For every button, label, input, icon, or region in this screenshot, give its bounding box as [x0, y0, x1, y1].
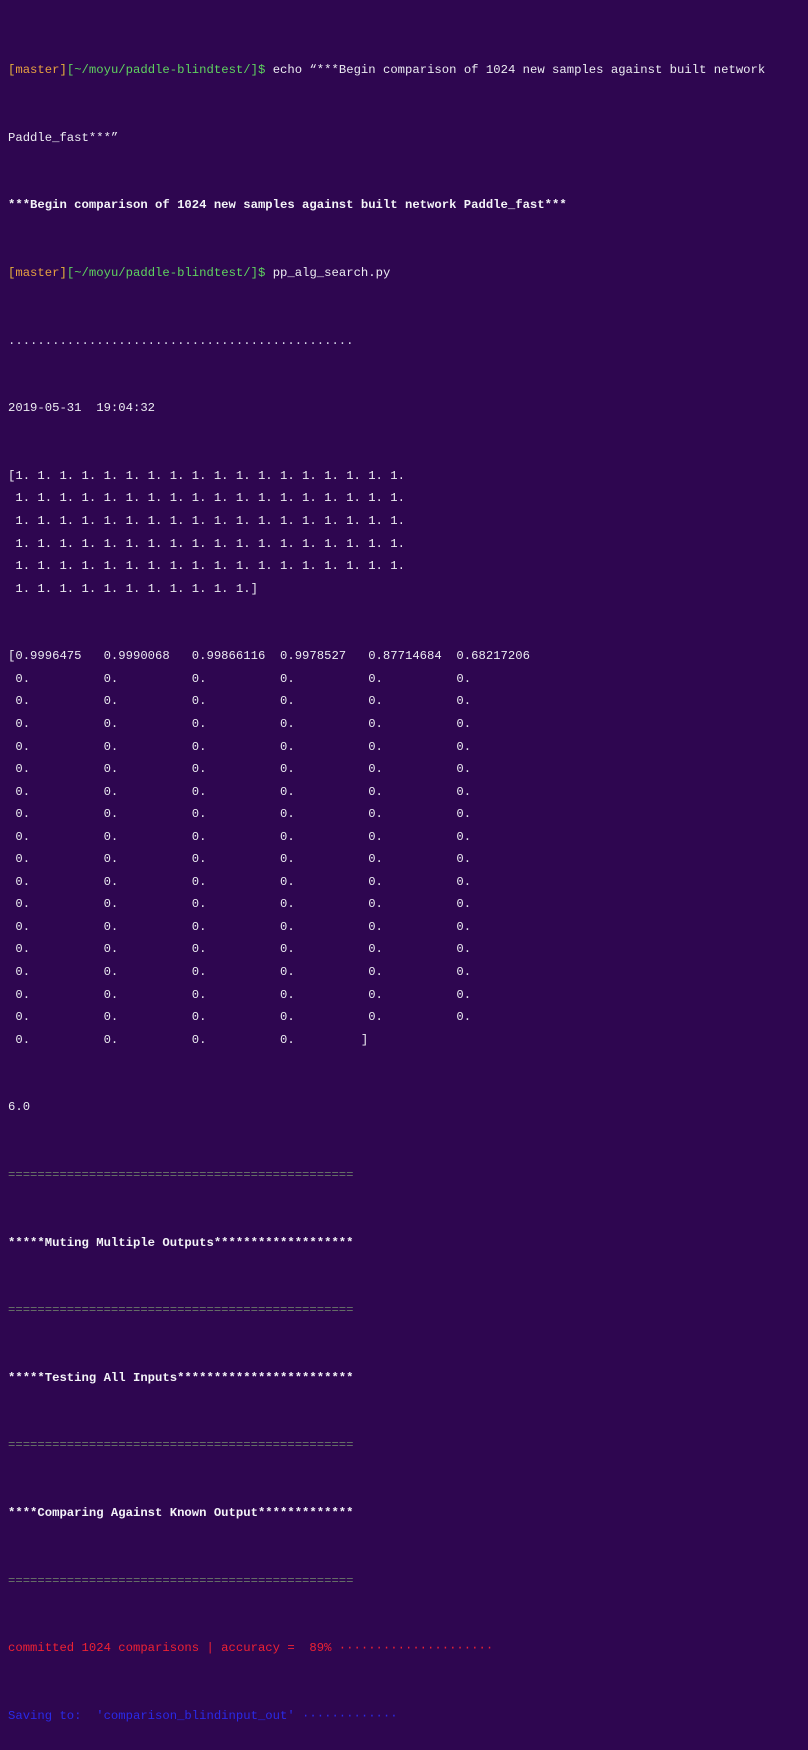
terminal-output: [master][~/moyu/paddle-blindtest/]$ echo…: [8, 14, 765, 1750]
score-value: 6.0: [8, 1100, 31, 1115]
array-row: 0. 0. 0. 0. 0. 0.: [8, 852, 472, 867]
timestamp: 2019-05-31 19:04:32: [8, 401, 156, 416]
array-row: [1. 1. 1. 1. 1. 1. 1. 1. 1. 1. 1. 1. 1. …: [8, 468, 405, 483]
array-row: 0. 0. 0. 0. 0. 0.: [8, 874, 472, 889]
array-row: 0. 0. 0. 0. ]: [8, 1032, 369, 1047]
array-row: 1. 1. 1. 1. 1. 1. 1. 1. 1. 1. 1. 1. 1. 1…: [8, 491, 405, 506]
array-row: 0. 0. 0. 0. 0. 0.: [8, 919, 472, 934]
array-row: 0. 0. 0. 0. 0. 0.: [8, 784, 472, 799]
array-row: 1. 1. 1. 1. 1. 1. 1. 1. 1. 1. 1.]: [8, 581, 258, 596]
separator: ========================================…: [8, 1573, 354, 1588]
echo-output: ***Begin comparison of 1024 new samples …: [8, 198, 567, 213]
array-row: 1. 1. 1. 1. 1. 1. 1. 1. 1. 1. 1. 1. 1. 1…: [8, 559, 405, 574]
prompt-line: [master][~/moyu/paddle-blindtest/]$ pp_a…: [8, 266, 391, 281]
array-row: 0. 0. 0. 0. 0. 0.: [8, 964, 472, 979]
array-row: 0. 0. 0. 0. 0. 0.: [8, 671, 472, 686]
separator: ========================================…: [8, 1303, 354, 1318]
prompt-branch: master: [15, 266, 60, 281]
command-continuation: Paddle_fast***”: [8, 130, 119, 145]
prompt-path: ~/moyu/paddle-blindtest/: [74, 266, 251, 281]
ones-array: [1. 1. 1. 1. 1. 1. 1. 1. 1. 1. 1. 1. 1. …: [8, 465, 765, 600]
section-header-comparing: ****Comparing Against Known Output******…: [8, 1506, 354, 1521]
array-row: 1. 1. 1. 1. 1. 1. 1. 1. 1. 1. 1. 1. 1. 1…: [8, 514, 405, 529]
command-echo: echo “***Begin comparison of 1024 new sa…: [272, 63, 766, 78]
separator: ========================================…: [8, 1167, 354, 1182]
command-run-script: pp_alg_search.py: [272, 266, 391, 281]
array-row: 0. 0. 0. 0. 0. 0.: [8, 694, 472, 709]
section-header-muting: *****Muting Multiple Outputs************…: [8, 1235, 354, 1250]
array-row: 0. 0. 0. 0. 0. 0.: [8, 942, 472, 957]
prompt-path: ~/moyu/paddle-blindtest/: [74, 63, 251, 78]
prompt-line: [master][~/moyu/paddle-blindtest/]$ echo…: [8, 63, 766, 78]
array-row: 0. 0. 0. 0. 0. 0.: [8, 829, 472, 844]
array-row: 0. 0. 0. 0. 0. 0.: [8, 739, 472, 754]
array-row: 0. 0. 0. 0. 0. 0.: [8, 716, 472, 731]
array-row: 0. 0. 0. 0. 0. 0.: [8, 897, 472, 912]
separator: ========================================…: [8, 1438, 354, 1453]
section-header-testing: *****Testing All Inputs*****************…: [8, 1370, 354, 1385]
saving-status: Saving to: 'comparison_blindinput_out' ·…: [8, 1709, 398, 1724]
array-row: [0.9996475 0.9990068 0.99866116 0.997852…: [8, 649, 530, 664]
array-row: 0. 0. 0. 0. 0. 0.: [8, 987, 472, 1002]
accuracy-result: committed 1024 comparisons | accuracy = …: [8, 1641, 494, 1656]
array-row: 0. 0. 0. 0. 0. 0.: [8, 762, 472, 777]
progress-dots: ........................................…: [8, 333, 354, 348]
array-row: 0. 0. 0. 0. 0. 0.: [8, 1010, 472, 1025]
probability-array: [0.9996475 0.9990068 0.99866116 0.997852…: [8, 645, 765, 1051]
prompt-branch: master: [15, 63, 60, 78]
array-row: 0. 0. 0. 0. 0. 0.: [8, 807, 472, 822]
array-row: 1. 1. 1. 1. 1. 1. 1. 1. 1. 1. 1. 1. 1. 1…: [8, 536, 405, 551]
